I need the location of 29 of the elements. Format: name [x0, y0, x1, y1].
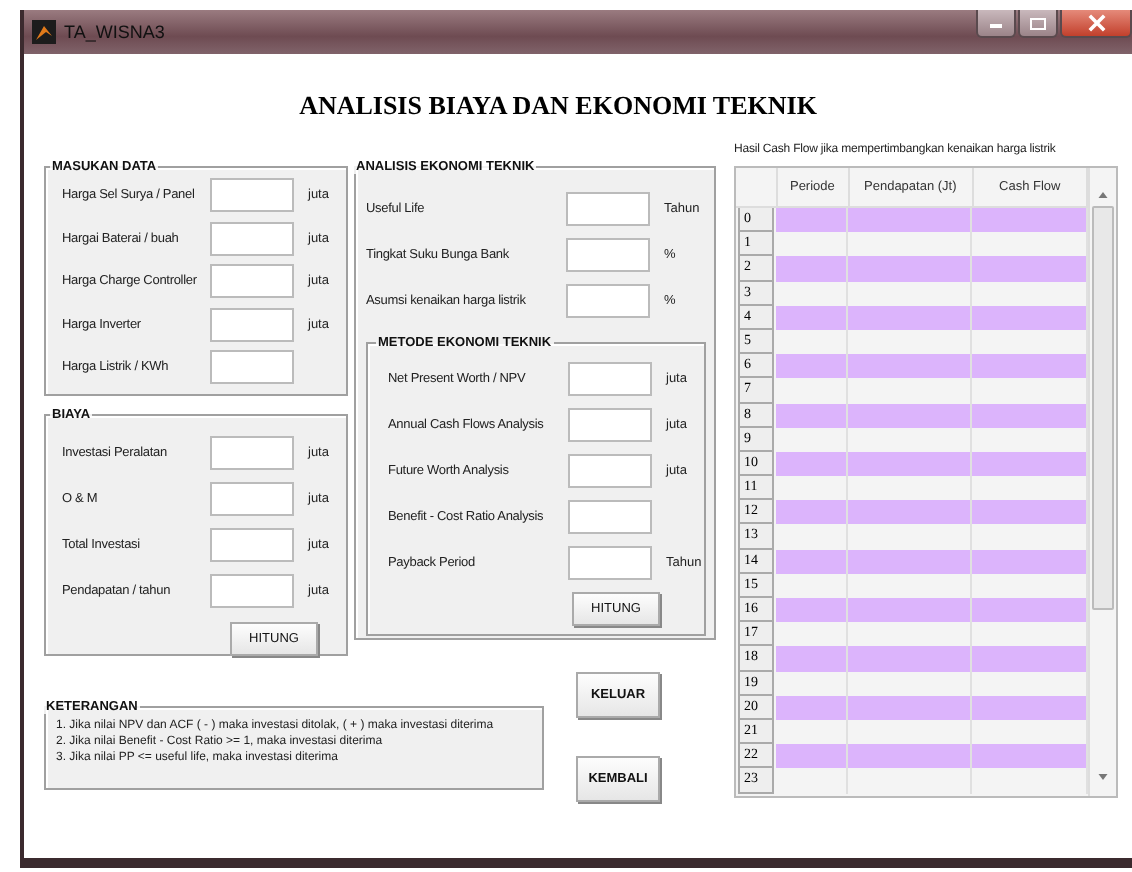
input-field[interactable]	[210, 221, 294, 256]
input-field[interactable]	[566, 284, 650, 318]
maximize-button[interactable]	[1018, 10, 1058, 38]
input-field[interactable]	[210, 307, 294, 342]
close-button[interactable]	[1060, 10, 1132, 38]
input-field[interactable]	[210, 264, 294, 299]
page-heading: ANALISIS BIAYA DAN EKONOMI TEKNIK	[297, 90, 819, 124]
maximize-icon	[1028, 15, 1048, 31]
input-field[interactable]	[210, 436, 294, 470]
input-field[interactable]	[210, 350, 294, 385]
input-field[interactable]	[210, 528, 294, 562]
scroll-thumb[interactable]	[1092, 206, 1115, 610]
input-field[interactable]	[566, 238, 650, 272]
scrollbar[interactable]	[1088, 168, 1116, 796]
input-field[interactable]	[210, 178, 294, 213]
input-field[interactable]	[568, 454, 652, 488]
close-icon	[1087, 14, 1105, 32]
input-field[interactable]	[566, 192, 650, 226]
input-field[interactable]	[210, 482, 294, 516]
window-title: TA_WISNA3	[64, 22, 165, 42]
input-field[interactable]	[568, 546, 652, 580]
scroll-down-icon[interactable]	[1098, 774, 1109, 780]
minimize-button[interactable]	[976, 10, 1016, 38]
input-field[interactable]	[568, 500, 652, 534]
input-field[interactable]	[568, 408, 652, 442]
input-field[interactable]	[568, 362, 652, 396]
input-field[interactable]	[210, 574, 294, 608]
app-icon	[32, 20, 56, 44]
scroll-up-icon[interactable]	[1098, 192, 1109, 198]
